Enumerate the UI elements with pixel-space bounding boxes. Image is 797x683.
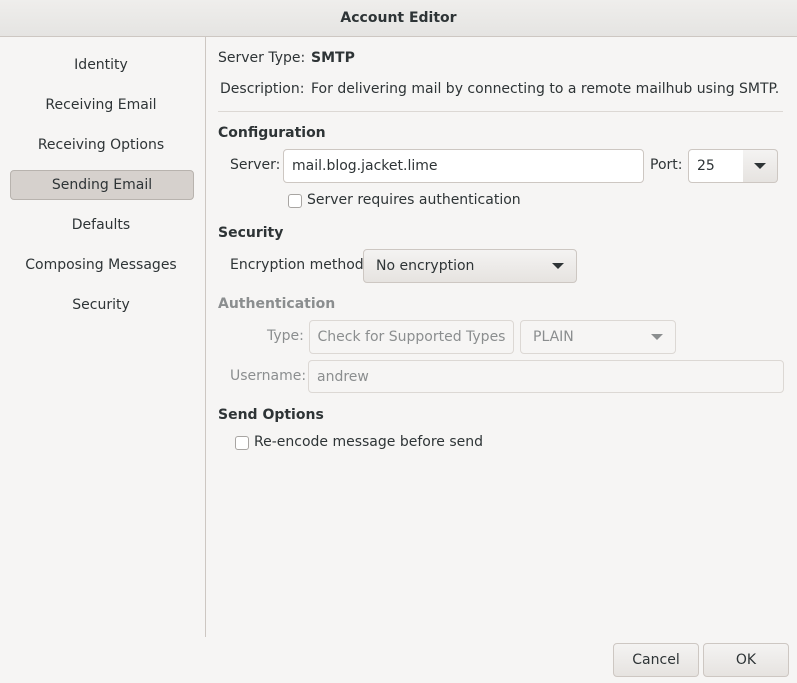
cancel-button[interactable]: Cancel — [613, 643, 699, 677]
sidebar-item-receiving-email[interactable]: Receiving Email — [10, 90, 192, 120]
authentication-heading: Authentication — [218, 296, 336, 312]
reencode-checkbox[interactable] — [235, 436, 249, 450]
configuration-heading: Configuration — [218, 125, 326, 141]
reencode-label: Re-encode message before send — [254, 434, 484, 450]
server-input[interactable] — [283, 149, 644, 183]
sidebar: Identity Receiving Email Receiving Optio… — [0, 37, 206, 637]
check-supported-types-button[interactable]: Check for Supported Types — [309, 320, 514, 354]
requires-auth-label: Server requires authentication — [307, 192, 521, 208]
username-label: Username: — [230, 368, 307, 384]
username-input[interactable] — [308, 360, 784, 393]
ok-button[interactable]: OK — [703, 643, 789, 677]
sidebar-item-identity[interactable]: Identity — [10, 50, 192, 80]
auth-type-dropdown[interactable]: PLAIN — [520, 320, 676, 354]
sidebar-item-security[interactable]: Security — [10, 290, 192, 320]
server-type-label: Server Type: — [218, 50, 306, 66]
requires-auth-checkbox[interactable] — [288, 194, 302, 208]
chevron-down-icon — [754, 163, 766, 169]
encryption-dropdown[interactable]: No encryption — [363, 249, 577, 283]
security-heading: Security — [218, 225, 284, 241]
description-label: Description: — [220, 81, 305, 97]
auth-type-value: PLAIN — [533, 329, 574, 345]
auth-type-label: Type: — [267, 328, 304, 344]
description-value: For delivering mail by connecting to a r… — [311, 81, 780, 97]
sidebar-item-defaults[interactable]: Defaults — [10, 210, 192, 240]
encryption-label: Encryption method: — [230, 257, 369, 273]
server-label: Server: — [230, 157, 281, 173]
port-label: Port: — [650, 157, 683, 173]
sidebar-item-composing-messages[interactable]: Composing Messages — [10, 250, 192, 280]
separator — [218, 111, 783, 112]
sidebar-item-sending-email[interactable]: Sending Email — [10, 170, 194, 200]
sidebar-item-receiving-options[interactable]: Receiving Options — [10, 130, 192, 160]
server-type-value: SMTP — [311, 50, 355, 66]
port-dropdown-button[interactable] — [743, 149, 778, 183]
chevron-down-icon — [651, 334, 663, 340]
encryption-value: No encryption — [376, 258, 475, 274]
chevron-down-icon — [552, 263, 564, 269]
send-options-heading: Send Options — [218, 407, 324, 423]
window-title: Account Editor — [0, 0, 797, 37]
port-input[interactable] — [688, 149, 744, 183]
